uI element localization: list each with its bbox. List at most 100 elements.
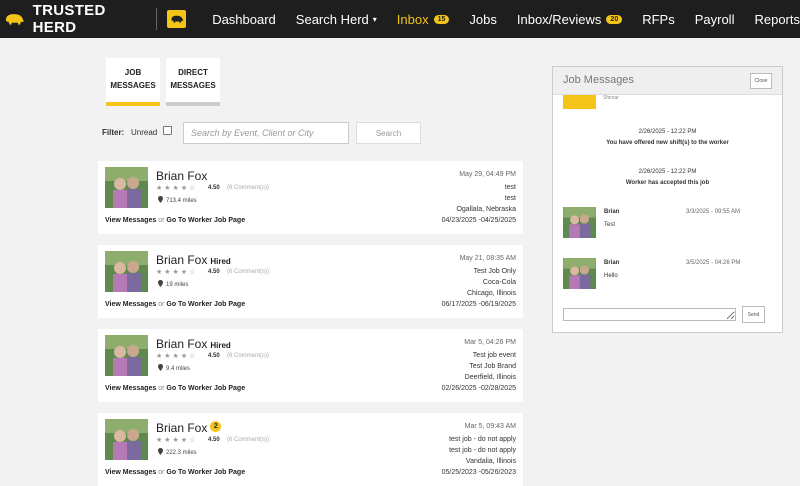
avatar[interactable] bbox=[105, 167, 148, 208]
nav-label: Jobs bbox=[469, 11, 497, 27]
system-message: 2/26/2025 - 12:22 PM You have offered ne… bbox=[553, 127, 782, 149]
rating-value: 4.50 bbox=[208, 353, 220, 359]
brand-name: TRUSTED HERD bbox=[32, 2, 106, 36]
worker-job-page-link[interactable]: Go To Worker Job Page bbox=[166, 385, 245, 392]
send-button[interactable]: Send bbox=[742, 306, 765, 323]
job-message-card: Brian Fox Hired ★★★★☆ 4.50 (6 Comment(s))… bbox=[98, 245, 523, 318]
or-text: or bbox=[158, 469, 165, 476]
card-links: View Messages or Go To Worker Job Page bbox=[105, 301, 245, 308]
distance: 222.3 miles bbox=[158, 448, 197, 456]
worker-name-text: Brian Fox bbox=[156, 253, 208, 267]
or-text: or bbox=[158, 217, 165, 224]
comment-count[interactable]: (6 Comment(s)) bbox=[227, 269, 269, 275]
worker-name[interactable]: Brian Fox Hired bbox=[156, 253, 231, 267]
job-line: test job - do not apply bbox=[449, 436, 516, 443]
search-button[interactable]: Search bbox=[356, 122, 421, 144]
job-line: Coca-Cola bbox=[482, 279, 516, 286]
nav-label: Payroll bbox=[694, 11, 735, 27]
message-sender: Brian bbox=[604, 209, 620, 215]
tab-label: DIRECT bbox=[178, 68, 208, 77]
hired-tag: Hired bbox=[210, 257, 231, 266]
avatar[interactable] bbox=[105, 419, 148, 460]
distance-text: 19 miles bbox=[166, 282, 189, 288]
avatar[interactable] bbox=[563, 207, 596, 238]
view-messages-link[interactable]: View Messages bbox=[105, 385, 156, 392]
distance: 19 miles bbox=[158, 280, 188, 288]
nav-dashboard[interactable]: Dashboard bbox=[212, 12, 276, 27]
inbox-count-badge: 15 bbox=[433, 14, 450, 24]
location-pin-icon bbox=[158, 196, 163, 203]
view-messages-link[interactable]: View Messages bbox=[105, 301, 156, 308]
system-message-text: Worker has accepted this job bbox=[625, 180, 710, 186]
nav-inbox-reviews[interactable]: Inbox/Reviews 20 bbox=[517, 12, 623, 27]
nav-label: Reports bbox=[754, 11, 800, 27]
job-details: May 29, 04:49 PM test test Ogallala, Neb… bbox=[442, 169, 516, 226]
job-message-card: Brian Fox 2 ★★★★☆ 4.50 (6 Comment(s)) 222… bbox=[98, 413, 523, 486]
unread-checkbox[interactable] bbox=[163, 126, 172, 135]
worker-name[interactable]: Brian Fox 2 bbox=[156, 421, 222, 435]
avatar[interactable] bbox=[563, 258, 596, 289]
job-line: Vandalia, Illinois bbox=[465, 458, 516, 465]
nav-rfps[interactable]: RFPs bbox=[642, 12, 675, 27]
tab-active-indicator bbox=[106, 102, 160, 106]
job-message-card: Brian Fox Hired ★★★★☆ 4.50 (6 Comment(s))… bbox=[98, 329, 523, 402]
chevron-down-icon: ▾ bbox=[372, 14, 377, 24]
unread-label: Unread bbox=[131, 128, 158, 137]
card-links: View Messages or Go To Worker Job Page bbox=[105, 469, 245, 476]
nav-search-herd[interactable]: Search Herd ▾ bbox=[296, 12, 377, 27]
star-rating-icon: ★★★★☆ bbox=[156, 437, 198, 444]
job-line: Test job event bbox=[472, 352, 516, 359]
star-rating-icon: ★★★★☆ bbox=[156, 269, 198, 276]
worker-job-page-link[interactable]: Go To Worker Job Page bbox=[166, 301, 245, 308]
message-date: Mar 5, 09:43 AM bbox=[464, 423, 516, 430]
job-line: Ogallala, Nebraska bbox=[456, 206, 516, 213]
tab-label: MESSAGES bbox=[110, 81, 156, 90]
system-message-text: You have offered new shift(s) to the wor… bbox=[606, 140, 729, 146]
job-line: test bbox=[504, 184, 516, 191]
system-message-time: 2/26/2025 - 12:22 PM bbox=[638, 129, 697, 135]
job-message-card: Brian Fox ★★★★☆ 4.50 (6 Comment(s)) 713.… bbox=[98, 161, 523, 234]
tab-direct-messages[interactable]: DIRECT MESSAGES bbox=[166, 58, 220, 106]
comment-count[interactable]: (6 Comment(s)) bbox=[227, 353, 269, 359]
comment-count[interactable]: (6 Comment(s)) bbox=[227, 185, 269, 191]
partial-message-thumbnail bbox=[563, 95, 596, 109]
nav-reports[interactable]: Reports bbox=[754, 12, 800, 27]
message-text: Test bbox=[604, 222, 616, 228]
message-time: 3/5/2025 - 04:26 PM bbox=[686, 260, 741, 266]
comment-count[interactable]: (6 Comment(s)) bbox=[227, 437, 269, 443]
avatar[interactable] bbox=[105, 251, 148, 292]
close-button[interactable]: Close bbox=[750, 73, 772, 89]
job-line: 05/25/2023 -05/26/2023 bbox=[441, 469, 516, 476]
location-pin-icon bbox=[158, 280, 163, 287]
nav-payroll[interactable]: Payroll bbox=[695, 12, 735, 27]
system-message: 2/26/2025 - 12:22 PM Worker has accepted… bbox=[553, 167, 782, 189]
job-line: Test Job Only bbox=[473, 268, 516, 275]
nav-inbox[interactable]: Inbox 15 bbox=[397, 12, 450, 27]
message-date: May 29, 04:49 PM bbox=[459, 171, 516, 178]
reply-input[interactable] bbox=[563, 308, 736, 321]
worker-job-page-link[interactable]: Go To Worker Job Page bbox=[166, 469, 245, 476]
worker-job-page-link[interactable]: Go To Worker Job Page bbox=[166, 217, 245, 224]
distance-text: 222.3 miles bbox=[166, 450, 197, 456]
tab-job-messages[interactable]: JOB MESSAGES bbox=[106, 58, 160, 106]
worker-name[interactable]: Brian Fox bbox=[156, 169, 207, 183]
view-messages-link[interactable]: View Messages bbox=[105, 217, 156, 224]
search-input[interactable] bbox=[183, 122, 349, 144]
distance: 9.4 miles bbox=[158, 364, 190, 372]
panel-header: Job Messages Close bbox=[553, 67, 782, 95]
brand[interactable]: TRUSTED HERD bbox=[4, 2, 187, 36]
worker-name-text: Brian Fox bbox=[156, 337, 208, 351]
tab-label: JOB bbox=[124, 68, 142, 77]
system-message-time: 2/26/2025 - 12:22 PM bbox=[638, 169, 697, 175]
panel-title: Job Messages bbox=[563, 74, 634, 86]
reviews-count-badge: 20 bbox=[606, 14, 623, 24]
view-messages-link[interactable]: View Messages bbox=[105, 469, 156, 476]
nav-jobs[interactable]: Jobs bbox=[469, 12, 496, 27]
brand-divider bbox=[156, 8, 158, 30]
job-details: Mar 5, 09:43 AM test job - do not apply … bbox=[442, 421, 516, 478]
worker-name[interactable]: Brian Fox Hired bbox=[156, 337, 231, 351]
or-text: or bbox=[158, 301, 165, 308]
card-links: View Messages or Go To Worker Job Page bbox=[105, 217, 245, 224]
job-line: Chicago, Illinois bbox=[466, 290, 516, 297]
avatar[interactable] bbox=[105, 335, 148, 376]
